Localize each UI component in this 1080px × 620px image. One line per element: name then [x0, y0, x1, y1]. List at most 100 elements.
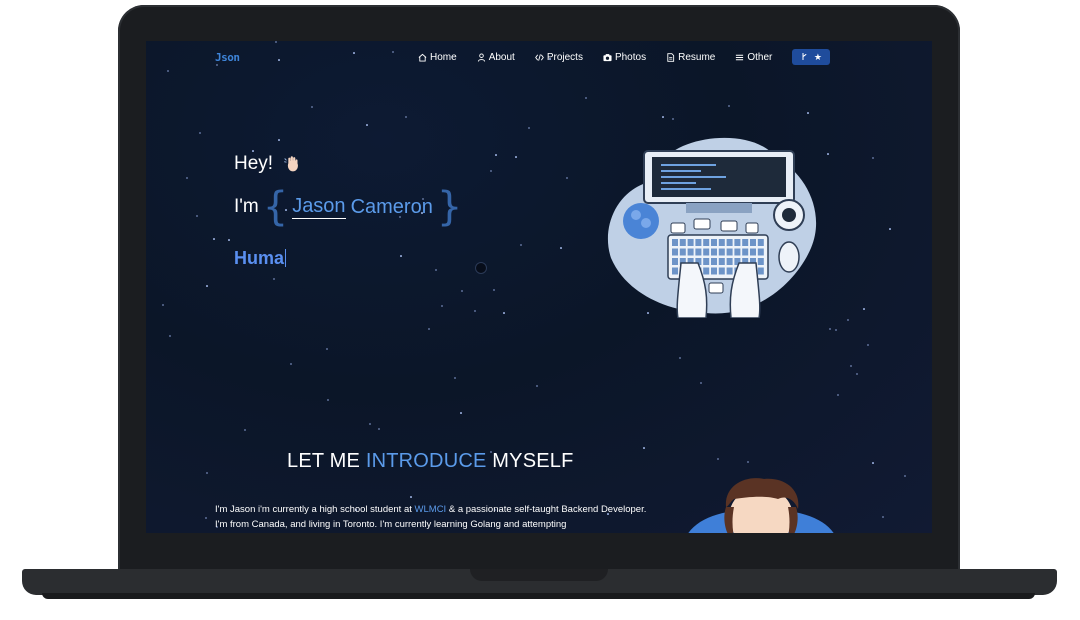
keyboard-key	[711, 258, 717, 265]
keyboard-key	[757, 248, 764, 256]
star	[169, 335, 171, 337]
keyboard-key	[718, 239, 725, 246]
star	[326, 348, 328, 350]
intro-paragraph: I'm Jason i'm currently a high school st…	[215, 503, 655, 532]
keyboard-key	[703, 248, 710, 256]
star	[850, 365, 852, 367]
developer-illustration	[607, 137, 817, 318]
keyboard-key	[703, 239, 710, 246]
nav-home-label: Home	[430, 51, 457, 63]
star	[278, 59, 280, 61]
star	[835, 329, 837, 331]
star	[536, 385, 538, 387]
keyboard-key	[757, 239, 764, 246]
star	[392, 51, 394, 53]
nav-other-label: Other	[747, 51, 773, 63]
star	[807, 112, 809, 114]
keyboard-key	[726, 258, 733, 265]
intro-heading: LET ME INTRODUCE MYSELF	[287, 450, 574, 473]
star	[585, 97, 587, 99]
github-star-button[interactable]: ★	[792, 49, 831, 65]
keyboard-key	[718, 267, 725, 275]
star	[503, 312, 505, 314]
keyboard-key	[734, 239, 741, 246]
nav-photos[interactable]: Photos	[603, 49, 646, 65]
star	[206, 472, 208, 474]
star	[366, 124, 368, 126]
last-name: Cameron	[350, 195, 433, 218]
laptop-notch	[470, 569, 608, 581]
keyboard-key	[679, 239, 686, 246]
keyboard-key	[687, 239, 694, 246]
keyboard-key	[734, 248, 741, 256]
document-icon	[667, 52, 675, 62]
star	[441, 305, 443, 307]
left-brace-icon: {	[262, 184, 289, 230]
star	[213, 238, 215, 240]
star	[829, 328, 831, 330]
intro-heading-highlight: INTRODUCE	[365, 450, 487, 472]
star	[327, 399, 329, 401]
keyboard-key	[742, 248, 749, 256]
star	[405, 116, 407, 118]
star	[199, 132, 201, 134]
keyboard-key	[726, 248, 733, 256]
star	[460, 412, 462, 414]
school-link[interactable]: WLMCI	[415, 504, 447, 515]
site-logo[interactable]: Json	[215, 51, 240, 64]
star	[205, 517, 207, 519]
intro-text-1: I'm Jason i'm currently a high school st…	[215, 504, 415, 515]
keyboard-key	[726, 267, 733, 275]
keyboard-key	[711, 248, 717, 256]
star	[410, 496, 412, 498]
nav-home[interactable]: Home	[418, 49, 457, 65]
avatar-illustration	[688, 478, 834, 533]
nav-about[interactable]: About	[477, 49, 515, 65]
star	[827, 153, 829, 155]
star	[847, 319, 849, 321]
keyboard-key	[672, 239, 678, 246]
star	[495, 154, 497, 156]
waving-hand-icon	[284, 156, 299, 172]
nav-projects[interactable]: Projects	[534, 49, 583, 65]
star	[400, 255, 402, 257]
nav-resume[interactable]: Resume	[666, 49, 715, 65]
keyboard-key	[687, 248, 694, 256]
star	[493, 289, 495, 291]
star	[672, 118, 674, 120]
keyboard-key	[711, 239, 717, 246]
star	[228, 239, 230, 241]
star	[186, 177, 188, 179]
star	[679, 357, 681, 359]
intro-prefix: I'm	[234, 196, 259, 217]
keyboard-key	[718, 248, 725, 256]
nav-about-label: About	[488, 51, 515, 63]
star	[275, 41, 277, 43]
star	[252, 150, 254, 152]
star	[206, 285, 208, 287]
keyboard-key	[757, 258, 764, 265]
typed-text: Huma	[234, 248, 285, 268]
keyboard-key	[679, 248, 686, 256]
keyboard-key	[695, 248, 702, 256]
star	[162, 304, 164, 306]
star	[454, 377, 456, 379]
star	[461, 290, 463, 292]
star	[837, 394, 839, 396]
star	[528, 127, 530, 129]
keyboard-key	[695, 239, 702, 246]
star	[435, 269, 437, 271]
star	[290, 363, 292, 365]
typewriter-text: Huma	[234, 248, 287, 269]
star	[904, 475, 906, 477]
star	[700, 382, 702, 384]
text-cursor	[285, 249, 287, 267]
star	[167, 70, 169, 72]
hero-greeting: Hey!	[234, 153, 303, 175]
hero-name-line: I'm { Jason Cameron }	[234, 187, 466, 227]
star	[728, 105, 730, 107]
nav-other[interactable]: Other	[735, 49, 772, 65]
star	[856, 373, 858, 375]
right-brace-icon: }	[436, 184, 463, 230]
greeting-text: Hey!	[234, 153, 274, 174]
